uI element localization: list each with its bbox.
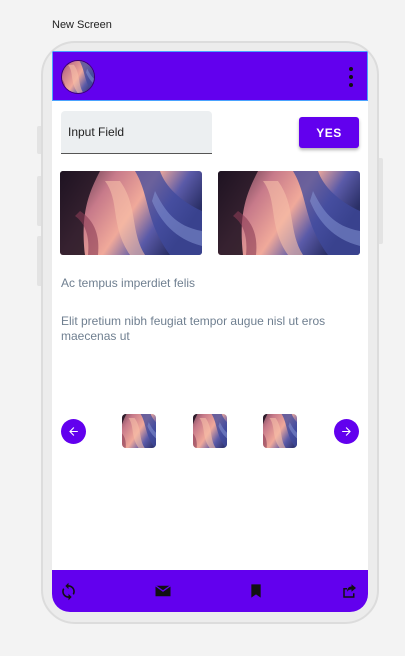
canyon-image	[60, 171, 202, 255]
screen-label: New Screen	[52, 19, 112, 31]
body-text-short: Ac tempus imperdiet felis	[61, 276, 196, 290]
carousel-thumbnail[interactable]	[263, 414, 297, 448]
avatar-image	[62, 61, 94, 93]
bottom-navigation-bar	[52, 570, 368, 612]
canyon-image	[218, 171, 360, 255]
carousel-thumbnail[interactable]	[193, 414, 227, 448]
mail-icon[interactable]	[153, 581, 173, 601]
app-screen: YES Ac tempus imperdiet felis Elit preti…	[52, 51, 368, 612]
share-icon[interactable]	[340, 581, 360, 601]
text-input-field[interactable]	[61, 111, 212, 154]
bookmark-icon[interactable]	[246, 581, 266, 601]
more-vertical-icon[interactable]	[347, 67, 355, 87]
arrow-left-icon[interactable]	[61, 419, 86, 444]
top-app-bar	[52, 51, 368, 101]
yes-button[interactable]: YES	[299, 117, 359, 148]
avatar[interactable]	[61, 60, 95, 94]
refresh-icon[interactable]	[58, 581, 78, 601]
body-text-long: Elit pretium nibh feugiat tempor augue n…	[61, 314, 326, 343]
carousel-thumbnail[interactable]	[122, 414, 156, 448]
arrow-right-icon[interactable]	[334, 419, 359, 444]
